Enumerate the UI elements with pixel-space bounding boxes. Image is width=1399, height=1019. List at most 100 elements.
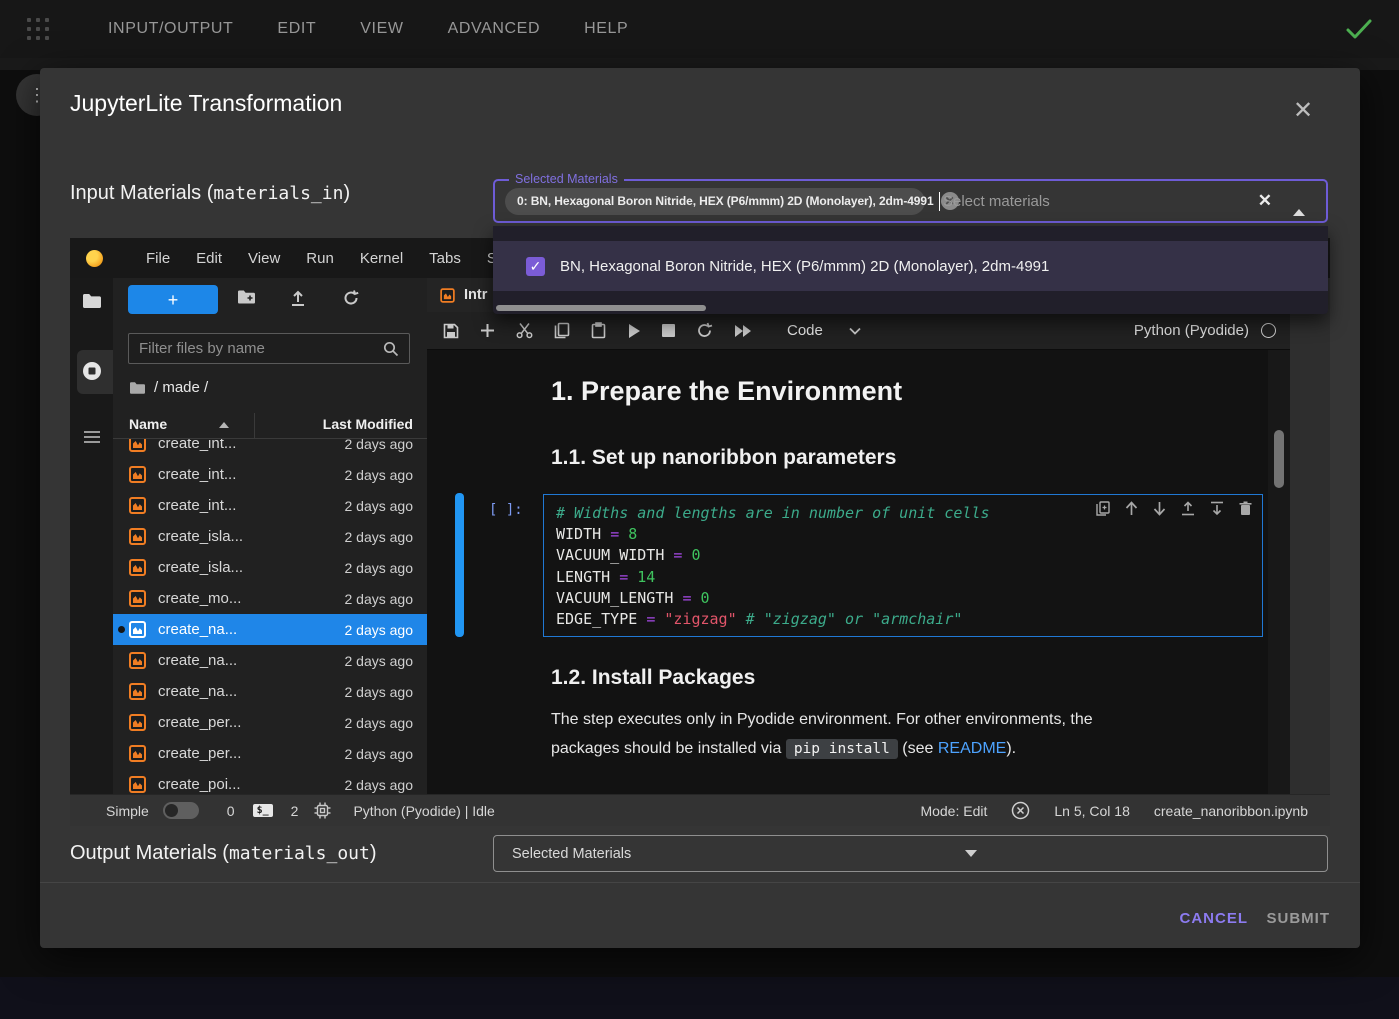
kernel-chip-icon	[314, 802, 331, 819]
column-name[interactable]: Name	[129, 416, 167, 432]
file-row[interactable]: create_isla...2 days ago	[113, 521, 427, 552]
checkbox-checked-icon[interactable]: ✓	[526, 257, 545, 276]
paragraph-text-1: The step executes only in Pyodide enviro…	[551, 711, 1093, 728]
input-label-prefix: Input Materials (	[70, 182, 213, 204]
notebook-heading-1: 1. Prepare the Environment	[551, 376, 902, 407]
app-menu-edit[interactable]: EDIT	[277, 20, 316, 38]
submit-button[interactable]: SUBMIT	[1267, 900, 1331, 936]
cursor-position[interactable]: Ln 5, Col 18	[1054, 803, 1130, 819]
cut-cells-icon[interactable]	[516, 322, 533, 339]
file-row[interactable]: create_int... 2 days ago	[113, 490, 427, 521]
check-icon[interactable]	[1345, 18, 1373, 40]
new-folder-icon[interactable]	[237, 289, 257, 305]
file-name: create_na...	[158, 683, 237, 700]
app-menu-input-output[interactable]: INPUT/OUTPUT	[108, 20, 233, 38]
jupyter-menu-kernel[interactable]: Kernel	[347, 250, 416, 267]
active-cell-indicator[interactable]	[455, 493, 464, 637]
active-filename: create_nanoribbon.ipynb	[1154, 803, 1308, 819]
drag-grid-icon[interactable]	[26, 17, 50, 41]
material-option[interactable]: ✓ BN, Hexagonal Boron Nitride, HEX (P6/m…	[493, 241, 1328, 291]
insert-cell-above-icon[interactable]	[1181, 501, 1195, 516]
select-materials-placeholder[interactable]: Select materials	[943, 193, 1050, 210]
cell-type-select[interactable]: Code	[787, 322, 861, 339]
clear-selection-icon[interactable]: ✕	[1258, 191, 1272, 211]
code-cell[interactable]: # Widths and lengths are in number of un…	[543, 494, 1263, 637]
selected-materials-field[interactable]: Selected Materials 0: BN, Hexagonal Boro…	[493, 179, 1328, 223]
jupyter-menu-tabs[interactable]: Tabs	[416, 250, 474, 267]
jupyter-menu-file[interactable]: File	[133, 250, 183, 267]
upload-icon[interactable]	[289, 289, 307, 307]
copy-cells-icon[interactable]	[554, 322, 570, 339]
file-modified: 2 days ago	[345, 777, 414, 793]
code-line: LENGTH = 14	[556, 567, 1250, 588]
file-browser-icon[interactable]	[70, 292, 113, 309]
insert-cell-below-icon[interactable]	[1210, 501, 1224, 516]
file-row[interactable]: create_per...2 days ago	[113, 738, 427, 769]
code-editor[interactable]: # Widths and lengths are in number of un…	[556, 503, 1250, 630]
trust-indicator-icon[interactable]	[1011, 801, 1030, 820]
scrollbar-thumb[interactable]	[1274, 430, 1284, 488]
simple-mode-label: Simple	[106, 803, 149, 819]
kernel-count[interactable]: 2	[291, 803, 299, 819]
file-modified: 2 days ago	[345, 498, 414, 514]
running-kernels-icon[interactable]	[70, 360, 113, 382]
file-modified: 2 days ago	[345, 467, 414, 483]
move-cell-up-icon[interactable]	[1125, 501, 1138, 516]
app-menu-help[interactable]: HELP	[584, 20, 628, 38]
jupyter-menu-run[interactable]: Run	[293, 250, 347, 267]
restart-kernel-icon[interactable]	[696, 322, 713, 339]
move-cell-down-icon[interactable]	[1153, 501, 1166, 516]
refresh-icon[interactable]	[342, 289, 360, 307]
notebook-content: 1. Prepare the Environment 1.1. Set up n…	[427, 350, 1268, 794]
kernel-indicator[interactable]: Python (Pyodide)	[1134, 322, 1276, 339]
column-last-modified[interactable]: Last Modified	[323, 416, 413, 432]
close-icon[interactable]: ✕	[1288, 96, 1318, 126]
app-menu-advanced[interactable]: ADVANCED	[448, 20, 541, 38]
filter-files-input[interactable]: Filter files by name	[128, 333, 410, 364]
readme-link[interactable]: README	[938, 740, 1006, 757]
app-menu-view[interactable]: VIEW	[360, 20, 403, 38]
duplicate-cell-icon[interactable]	[1096, 501, 1110, 516]
jupyter-menu-edit[interactable]: Edit	[183, 250, 235, 267]
sort-ascending-icon[interactable]	[219, 422, 229, 428]
jupyter-right-strip: ⚙	[1290, 278, 1330, 794]
delete-cell-icon[interactable]	[1239, 501, 1252, 516]
file-row[interactable]: create_per...2 days ago	[113, 707, 427, 738]
simple-mode-toggle[interactable]	[163, 802, 199, 819]
paste-cells-icon[interactable]	[591, 322, 606, 339]
new-launcher-button[interactable]: +	[128, 285, 218, 314]
file-row[interactable]: create_mo...2 days ago	[113, 583, 427, 614]
save-icon[interactable]	[443, 323, 459, 339]
interrupt-kernel-icon[interactable]	[662, 324, 675, 337]
run-cell-icon[interactable]	[627, 323, 641, 339]
material-chip[interactable]: 0: BN, Hexagonal Boron Nitride, HEX (P6/…	[505, 188, 925, 215]
file-name: create_int...	[158, 497, 236, 514]
insert-cell-icon[interactable]	[480, 323, 495, 338]
file-row[interactable]: create_na...2 days ago	[113, 676, 427, 707]
breadcrumb[interactable]: / made /	[129, 379, 208, 396]
restart-run-all-icon[interactable]	[734, 324, 752, 338]
code-line: VACUUM_WIDTH = 0	[556, 545, 1250, 566]
collapse-dropdown-icon[interactable]	[1286, 191, 1312, 211]
file-row[interactable]: create_poi...2 days ago	[113, 769, 427, 794]
dropdown-horizontal-scrollbar[interactable]	[496, 305, 706, 311]
table-of-contents-icon[interactable]	[70, 430, 113, 444]
code-line: WIDTH = 8	[556, 524, 1250, 545]
file-row[interactable]: create_na...2 days ago	[113, 645, 427, 676]
file-row[interactable]: create_int...2 days ago	[113, 459, 427, 490]
file-row[interactable]: create_int...2 days ago	[113, 439, 427, 459]
code-line: VACUUM_LENGTH = 0	[556, 588, 1250, 609]
jupyter-menu-view[interactable]: View	[235, 250, 293, 267]
output-materials-select[interactable]: Selected Materials	[493, 835, 1328, 872]
terminal-count[interactable]: 0	[227, 803, 235, 819]
file-row[interactable]: create_isla...2 days ago	[113, 552, 427, 583]
kernel-status-text[interactable]: Python (Pyodide) | Idle	[353, 803, 494, 819]
file-row[interactable]: create_na...2 days ago	[113, 614, 427, 645]
output-label-code: materials_out	[229, 843, 370, 864]
cancel-button[interactable]: CANCEL	[1180, 900, 1249, 936]
file-modified: 2 days ago	[345, 529, 414, 545]
materials-dropdown-menu: ✓ BN, Hexagonal Boron Nitride, HEX (P6/m…	[493, 226, 1328, 314]
chevron-down-icon	[849, 327, 861, 335]
file-modified: 2 days ago	[345, 560, 414, 576]
notebook-file-icon	[129, 652, 146, 669]
